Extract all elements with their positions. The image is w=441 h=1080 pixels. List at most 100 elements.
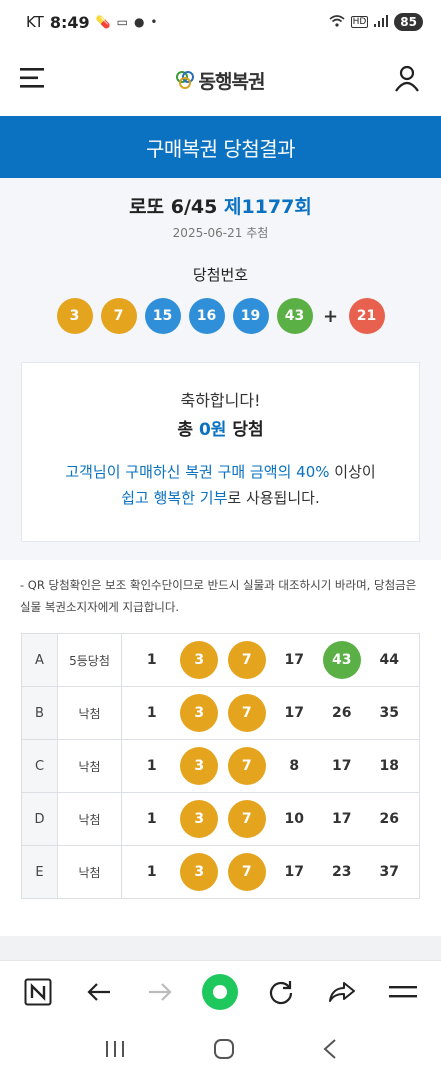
ticket-number: 10: [284, 811, 304, 827]
dot-icon: •: [150, 15, 158, 29]
system-nav-bar: [0, 1022, 441, 1080]
ticket-number: 1: [146, 705, 157, 721]
ticket-number: 17: [284, 864, 304, 880]
pill-icon: 💊: [95, 15, 111, 29]
winning-ball: 15: [144, 298, 181, 334]
ticket-result: 낙첨: [57, 792, 122, 846]
winning-ball: 43: [276, 298, 313, 334]
signal-icon: [374, 14, 389, 30]
clock: 8:49: [49, 12, 90, 32]
winning-ball: 19: [232, 298, 269, 334]
ticket-number: 35: [379, 705, 399, 721]
user-icon[interactable]: [393, 64, 421, 96]
ticket-row: D 낙첨 1 3 7 10 17 26: [21, 792, 420, 846]
voicemail-icon: ▭: [116, 15, 128, 29]
matched-number: 3: [180, 800, 219, 838]
ticket-number: 8: [289, 758, 300, 774]
ticket-row: A 5등당첨 1 3 7 17 43 44: [21, 633, 420, 687]
green-dot-icon[interactable]: [200, 972, 240, 1012]
ticket-number: 23: [332, 864, 352, 880]
total-amount: 0원: [198, 420, 227, 440]
menu-icon[interactable]: [20, 67, 46, 93]
hd-icon: HD: [350, 16, 369, 28]
browser-toolbar: [0, 960, 441, 1022]
home-icon[interactable]: [213, 1038, 235, 1064]
carrier-label: KT: [26, 13, 44, 31]
game-title: 로또 6/45 제1177회: [0, 192, 441, 219]
ticket-number: 17: [284, 652, 304, 668]
ticket-number: 1: [146, 811, 157, 827]
forward-arrow-icon[interactable]: [140, 972, 180, 1012]
ticket-result: 낙첨: [57, 686, 122, 740]
recent-apps-icon[interactable]: [104, 1039, 126, 1063]
winning-ball: 3: [56, 298, 93, 334]
app-header: 동행복권: [0, 44, 441, 116]
ticket-number: 18: [379, 758, 399, 774]
matched-number: 7: [227, 853, 266, 891]
ticket-number: 26: [379, 811, 399, 827]
donation-msg-text: 이상이: [329, 463, 376, 481]
ticket-numbers: 1 3 7 17 26 35: [121, 686, 420, 740]
donation-msg-highlight-2: 쉽고 행복한 기부: [121, 489, 228, 507]
matched-number: 3: [180, 747, 219, 785]
total-prefix: 총: [177, 420, 194, 440]
ticket-numbers: 1 3 7 8 17 18: [121, 739, 420, 793]
ticket-number: 17: [332, 758, 352, 774]
browser-menu-icon[interactable]: [383, 972, 423, 1012]
app-notification-icon: ●: [133, 15, 145, 29]
ticket-table: A 5등당첨 1 3 7 17 43 44 B 낙첨 1 3 7 17 26 35 C 낙첨 1 3 7 8 17 18 D 낙첨…: [21, 633, 420, 899]
logo[interactable]: 동행복권: [175, 67, 265, 94]
plus-sign: +: [322, 305, 339, 327]
winning-numbers: 3 7 15 16 19 43 + 21: [0, 298, 441, 334]
ticket-number: 44: [379, 652, 399, 668]
ticket-line-label: C: [21, 739, 58, 793]
section-divider: [0, 936, 441, 960]
matched-number: 3: [180, 641, 219, 679]
matched-number: 7: [227, 800, 266, 838]
ticket-number: 1: [146, 652, 157, 668]
page-title: 구매복권 당첨결과: [0, 116, 441, 178]
naver-home-icon[interactable]: [18, 972, 58, 1012]
matched-number: 3: [180, 853, 219, 891]
congrats-text: 축하합니다!: [180, 391, 261, 410]
ticket-result: 5등당첨: [57, 633, 122, 687]
ticket-result: 낙첨: [57, 739, 122, 793]
ticket-number: 1: [146, 758, 157, 774]
notice-text: - QR 당첨확인은 보조 확인수단이므로 반드시 실물과 대조하시기 바라며,…: [20, 578, 417, 614]
ticket-numbers: 1 3 7 17 43 44: [121, 633, 420, 687]
clover-logo-icon: [175, 71, 194, 89]
donation-message: 고객님이 구매하신 복권 구매 금액의 40% 이상이 쉽고 행복한 기부로 사…: [22, 459, 419, 511]
matched-number: 3: [180, 694, 219, 732]
ticket-line-label: B: [21, 686, 58, 740]
bonus-ball: 21: [348, 298, 385, 334]
ticket-result: 낙첨: [57, 845, 122, 899]
matched-number: 7: [227, 747, 266, 785]
logo-text: 동행복권: [198, 70, 266, 93]
ticket-number: 17: [284, 705, 304, 721]
wifi-icon: [329, 14, 345, 30]
total-prize: 총 0원 당첨: [22, 415, 419, 440]
donation-msg-text-2: 로 사용됩니다.: [227, 489, 320, 507]
matched-number: 7: [227, 641, 266, 679]
ticket-row: E 낙첨 1 3 7 17 23 37: [21, 845, 420, 899]
winning-ball: 7: [100, 298, 137, 334]
battery-badge: 85: [394, 13, 423, 31]
result-card: 축하합니다! 총 0원 당첨 고객님이 구매하신 복권 구매 금액의 40% 이…: [21, 362, 420, 542]
winning-numbers-label: 당첨번호: [192, 266, 249, 284]
draw-date: 2025-06-21 추첨: [172, 226, 269, 240]
ticket-number: 26: [332, 705, 352, 721]
refresh-icon[interactable]: [261, 972, 301, 1012]
back-nav-icon[interactable]: [322, 1038, 338, 1064]
ticket-line-label: A: [21, 633, 58, 687]
donation-msg-highlight: 고객님이 구매하신 복권 구매 금액의 40%: [65, 463, 330, 481]
ticket-line-label: D: [21, 792, 58, 846]
share-icon[interactable]: [322, 972, 362, 1012]
game-name: 로또 6/45: [129, 196, 218, 218]
matched-number: 43: [322, 641, 361, 679]
matched-number: 7: [227, 694, 266, 732]
ticket-number: 17: [332, 811, 352, 827]
ticket-line-label: E: [21, 845, 58, 899]
ticket-number: 37: [379, 864, 399, 880]
back-arrow-icon[interactable]: [79, 972, 119, 1012]
ticket-row: C 낙첨 1 3 7 8 17 18: [21, 739, 420, 793]
